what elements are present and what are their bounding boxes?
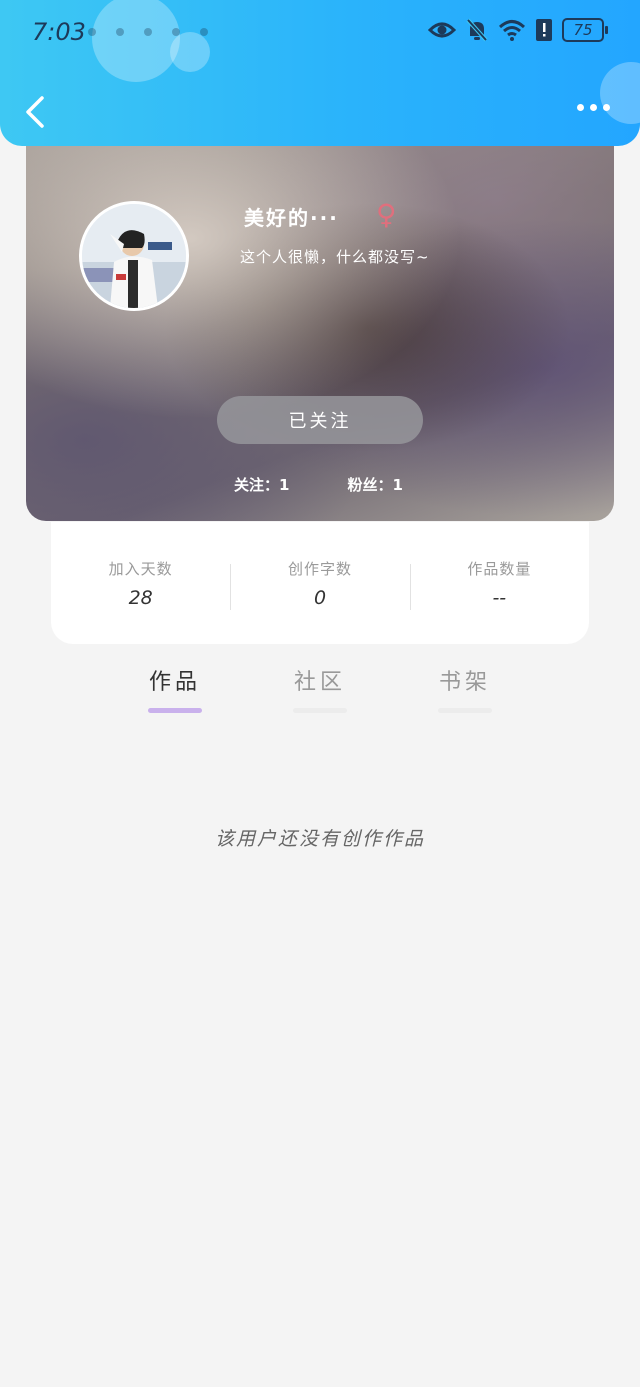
- system-icons: 75: [428, 18, 608, 42]
- notification-dot-icon: [200, 28, 208, 36]
- stat-join-days: 加入天数 28: [51, 558, 230, 609]
- more-dot: [577, 104, 584, 111]
- stat-label: 创作字数: [287, 559, 352, 578]
- avatar[interactable]: [79, 201, 189, 311]
- notification-dot-icon: [172, 28, 180, 36]
- notification-dot-icon: [116, 28, 124, 36]
- notification-icons: [88, 28, 208, 36]
- avatar-photo: [82, 204, 186, 308]
- profile-tabs: 作品 社区 书架: [0, 664, 640, 724]
- stat-value: --: [492, 586, 507, 609]
- tab-label: 作品: [148, 670, 201, 695]
- top-header: 7:03 75: [0, 0, 640, 146]
- tab-indicator: [293, 708, 347, 713]
- tab-works[interactable]: 作品: [135, 664, 215, 713]
- stat-value: 28: [128, 586, 153, 609]
- eye-icon: [428, 22, 456, 38]
- notification-dot-icon: [144, 28, 152, 36]
- followers-count[interactable]: 粉丝：1: [347, 474, 402, 495]
- more-dot: [603, 104, 610, 111]
- stats-panel: 加入天数 28 创作字数 0 作品数量 --: [51, 522, 589, 644]
- decor-bubble: [600, 62, 640, 124]
- stat-word-count: 创作字数 0: [230, 558, 409, 610]
- back-chevron-icon[interactable]: [22, 92, 52, 132]
- stat-label: 作品数量: [467, 559, 532, 578]
- female-gender-icon: ♀: [376, 198, 397, 231]
- wifi-icon: [498, 20, 526, 41]
- more-options-icon[interactable]: [577, 104, 610, 111]
- bell-off-icon: [466, 18, 488, 42]
- follow-button[interactable]: 已关注: [217, 396, 423, 444]
- tab-community[interactable]: 社区: [280, 664, 360, 713]
- status-bar: 7:03 75: [0, 12, 640, 52]
- status-time: 7:03: [32, 18, 86, 46]
- tab-label: 书架: [438, 670, 491, 695]
- notification-dot-icon: [88, 28, 96, 36]
- stat-value: 0: [313, 586, 327, 609]
- follow-counts: 关注：1 粉丝：1: [234, 474, 403, 495]
- profile-card: 美好的··· ♀ 这个人很懒，什么都没写~ 已关注 关注：1 粉丝：1: [26, 118, 614, 521]
- tab-bookshelf[interactable]: 书架: [425, 664, 505, 713]
- following-count[interactable]: 关注：1: [234, 474, 289, 495]
- nickname: 美好的···: [244, 206, 339, 230]
- more-dot: [590, 104, 597, 111]
- bio-text: 这个人很懒，什么都没写~: [240, 248, 430, 266]
- empty-state-message: 该用户还没有创作作品: [214, 828, 425, 850]
- battery-icon: 75: [562, 18, 608, 42]
- tab-indicator: [438, 708, 492, 713]
- tab-label: 社区: [293, 670, 346, 695]
- alert-icon: [536, 19, 552, 41]
- tab-active-indicator: [148, 708, 202, 713]
- stat-label: 加入天数: [108, 559, 173, 578]
- stat-works-count: 作品数量 --: [409, 558, 589, 610]
